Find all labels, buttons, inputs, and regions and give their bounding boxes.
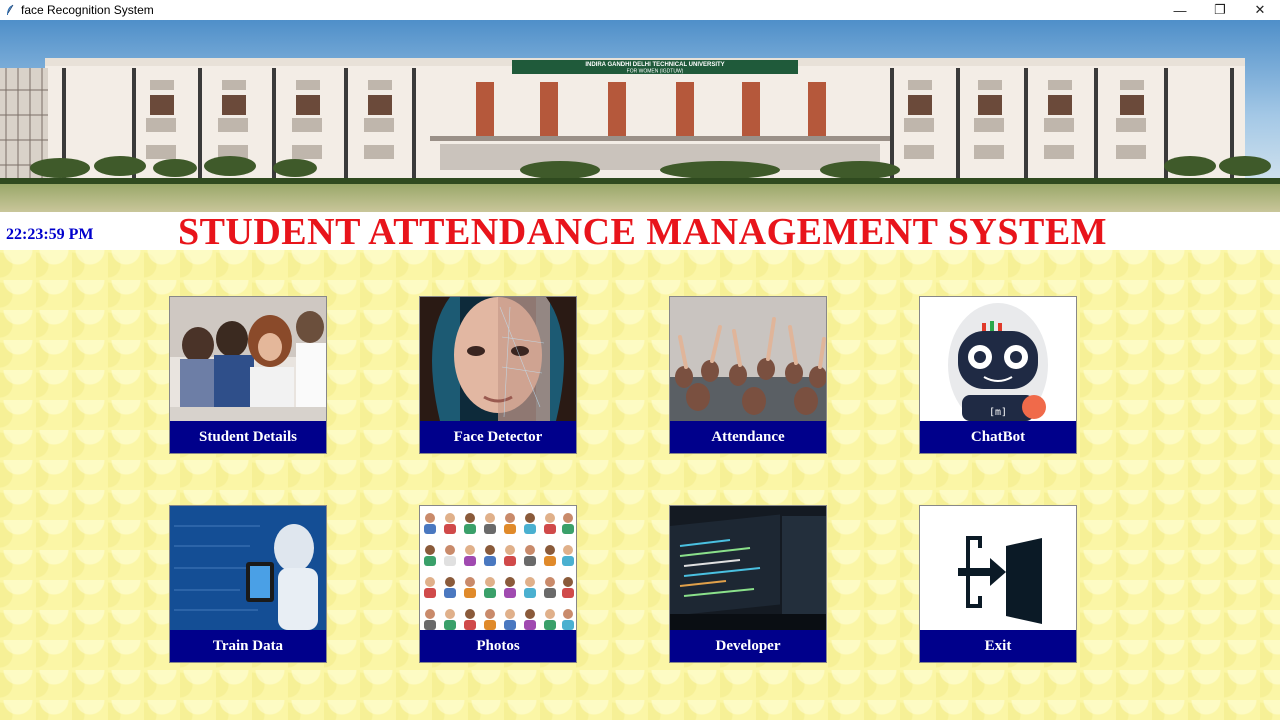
dashboard-area: Student Details Face Detector Attendance… bbox=[0, 250, 1280, 720]
banner-sign-line1: INDIRA GANDHI DELHI TECHNICAL UNIVERSITY bbox=[585, 62, 724, 68]
students-photo-icon bbox=[170, 297, 326, 421]
attendance-label: Attendance bbox=[670, 421, 826, 453]
student-details-button[interactable]: Student Details bbox=[169, 296, 327, 454]
close-button[interactable]: ✕ bbox=[1240, 0, 1280, 20]
photos-label: Photos bbox=[420, 630, 576, 662]
student-details-label: Student Details bbox=[170, 421, 326, 453]
page-title: STUDENT ATTENDANCE MANAGEMENT SYSTEM bbox=[177, 211, 1108, 253]
restore-button[interactable]: ❐ bbox=[1200, 0, 1240, 20]
svg-text:[m]: [m] bbox=[989, 407, 1007, 418]
clock-label: 22:23:59 PM bbox=[6, 226, 94, 243]
exit-door-icon bbox=[920, 506, 1076, 630]
exit-label: Exit bbox=[920, 630, 1076, 662]
robot-icon: [m] bbox=[920, 297, 1076, 421]
face-detector-label: Face Detector bbox=[420, 421, 576, 453]
classroom-photo-icon bbox=[670, 297, 826, 421]
attendance-button[interactable]: Attendance bbox=[669, 296, 827, 454]
building-illustration: INDIRA GANDHI DELHI TECHNICAL UNIVERSITY… bbox=[0, 20, 1280, 212]
face-detector-button[interactable]: Face Detector bbox=[419, 296, 577, 454]
feather-app-icon bbox=[7, 4, 14, 15]
code-screen-photo-icon bbox=[670, 506, 826, 630]
train-data-button[interactable]: Train Data bbox=[169, 505, 327, 663]
header-row: 22:23:59 PM STUDENT ATTENDANCE MANAGEMEN… bbox=[0, 211, 1280, 253]
developer-button[interactable]: Developer bbox=[669, 505, 827, 663]
banner-sign-line2: FOR WOMEN (IGDTUW) bbox=[627, 69, 684, 75]
minimize-button[interactable]: — bbox=[1160, 0, 1200, 20]
photos-button[interactable]: Photos bbox=[419, 505, 577, 663]
university-banner-image: INDIRA GANDHI DELHI TECHNICAL UNIVERSITY… bbox=[0, 20, 1280, 212]
chatbot-button[interactable]: [m] ChatBot bbox=[919, 296, 1077, 454]
developer-label: Developer bbox=[670, 630, 826, 662]
window-controls: — ❐ ✕ bbox=[1160, 0, 1280, 20]
train-data-label: Train Data bbox=[170, 630, 326, 662]
window-title: face Recognition System bbox=[21, 3, 154, 17]
exit-button[interactable]: Exit bbox=[919, 505, 1077, 663]
people-grid-photo-icon bbox=[420, 506, 576, 630]
ai-robot-photo-icon bbox=[170, 506, 326, 630]
window-titlebar: face Recognition System — ❐ ✕ bbox=[0, 0, 1280, 20]
chatbot-label: ChatBot bbox=[920, 421, 1076, 453]
face-scan-photo-icon bbox=[420, 297, 576, 421]
